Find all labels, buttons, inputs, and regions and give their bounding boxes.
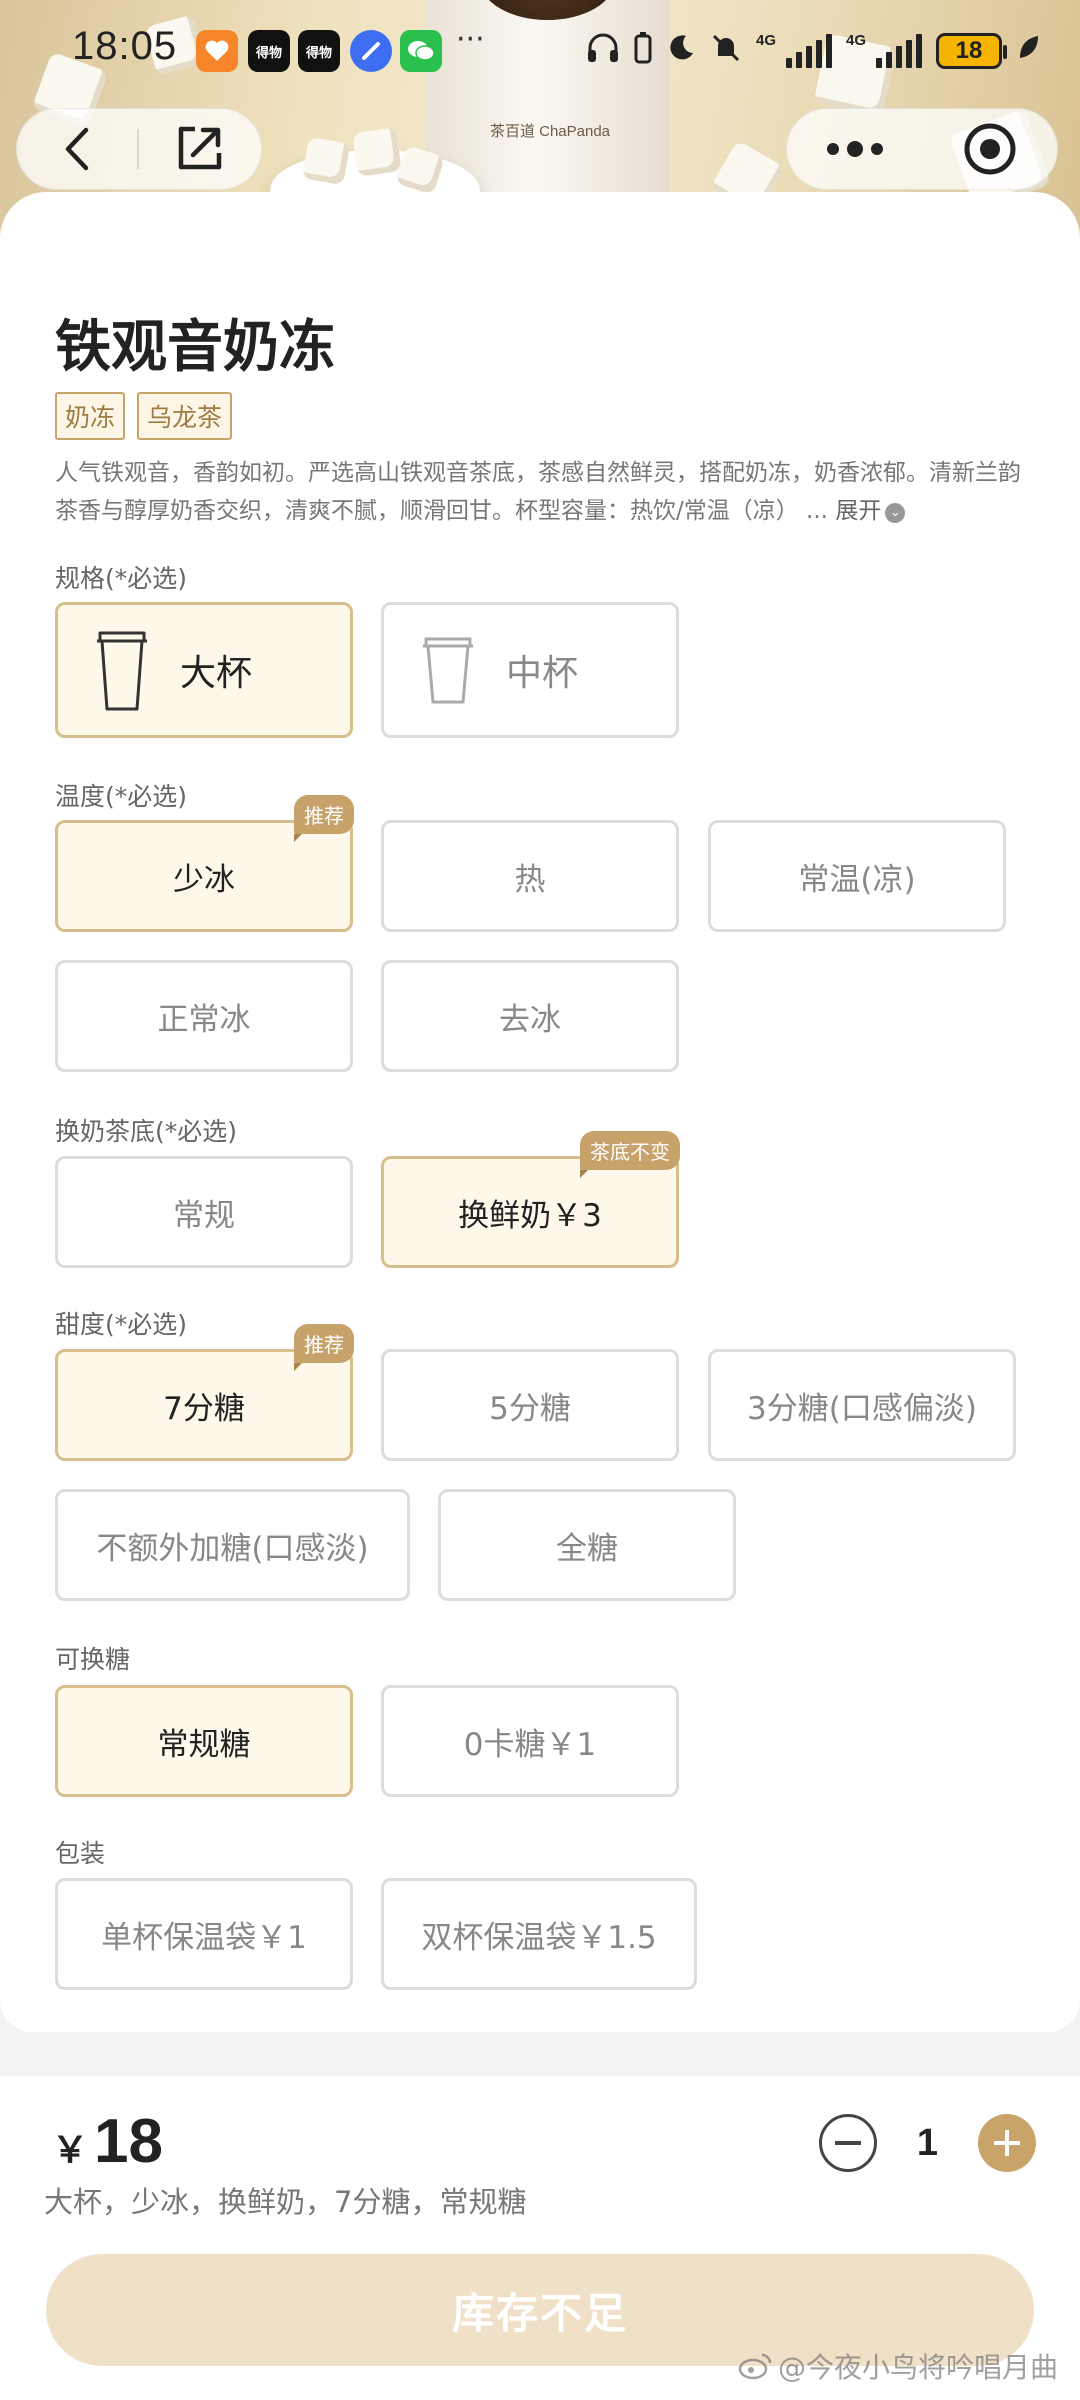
share-button[interactable]	[139, 108, 259, 190]
size-option-label: 中杯	[506, 653, 579, 694]
sweetness-section-label: 甜度(*必选)	[55, 1310, 188, 1339]
target-circle-icon	[964, 123, 1015, 175]
wechat-app-icon	[400, 30, 442, 72]
headphones-icon	[586, 32, 620, 70]
temperature-option-room[interactable]: 常温(凉)	[708, 820, 1006, 932]
sweetness-option-30[interactable]: 3分糖(口感偏淡)	[708, 1349, 1016, 1461]
packaging-section-label: 包装	[55, 1839, 106, 1868]
share-icon	[178, 126, 222, 170]
battery-device-icon	[634, 32, 652, 70]
temperature-option-less-ice[interactable]: 少冰 推荐	[55, 795, 354, 932]
temperature-option-normal-ice[interactable]: 正常冰	[55, 960, 353, 1072]
option-label: 少冰	[173, 861, 235, 898]
option-label: 常规	[173, 1197, 235, 1234]
option-label: 常规糖	[157, 1726, 251, 1763]
currency-symbol: ￥	[52, 2129, 89, 2170]
watermark-text: @今夜小鸟将吟唱月曲	[777, 2351, 1058, 2384]
expand-link[interactable]: 展开 ⌄	[835, 498, 906, 524]
option-label: 去冰	[499, 1001, 561, 1038]
browser-app-icon	[350, 30, 392, 72]
size-option-label: 大杯	[180, 653, 253, 694]
temperature-section-label: 温度(*必选)	[55, 782, 188, 811]
selection-summary: 大杯，少冰，换鲜奶，7分糖，常规糖	[44, 2185, 527, 2219]
sugar-option-zero-cal[interactable]: 0卡糖￥1	[381, 1685, 679, 1797]
status-more-icon: ···	[456, 22, 485, 57]
weibo-watermark: @今夜小鸟将吟唱月曲	[738, 2346, 1058, 2386]
packaging-option-single[interactable]: 单杯保温袋￥1	[55, 1878, 353, 1990]
size-section-label: 规格(*必选)	[55, 564, 188, 593]
option-label: 常温(凉)	[798, 861, 916, 898]
option-label: 换鲜奶￥3	[458, 1197, 602, 1234]
quantity-stepper: 1	[818, 2114, 1036, 2172]
moon-icon	[666, 33, 696, 69]
temperature-option-hot[interactable]: 热	[381, 820, 679, 932]
product-options-card: 铁观音奶冻 奶冻 乌龙茶 人气铁观音，香韵如初。严选高山铁观音茶底，茶感自然鲜灵…	[0, 192, 1080, 2032]
weibo-icon	[738, 2353, 772, 2380]
battery-level: 18	[955, 37, 983, 64]
chevron-down-icon: ⌄	[885, 503, 906, 523]
option-label: 全糖	[556, 1530, 618, 1567]
option-label: 0卡糖￥1	[463, 1726, 597, 1763]
milk-base-option-fresh-milk[interactable]: 换鲜奶￥3 茶底不变	[381, 1131, 680, 1268]
quantity-value: 1	[916, 2121, 938, 2164]
leaf-icon	[1016, 34, 1040, 68]
sweetness-option-no-extra[interactable]: 不额外加糖(口感淡)	[55, 1489, 410, 1601]
temperature-option-no-ice[interactable]: 去冰	[381, 960, 679, 1072]
sweetness-option-full[interactable]: 全糖	[438, 1489, 736, 1601]
back-button[interactable]	[17, 108, 137, 190]
option-label: 7分糖	[163, 1390, 245, 1427]
sugar-type-section-label: 可换糖	[55, 1645, 131, 1674]
large-cup-icon	[97, 631, 147, 711]
sweetness-option-50[interactable]: 5分糖	[381, 1349, 679, 1461]
dewu-app-icon-2: 得物	[298, 30, 340, 72]
status-bar: 18:05 得物 得物 ··· 4G 4G 18	[0, 18, 1080, 84]
option-label: 5分糖	[489, 1390, 571, 1427]
option-label: 3分糖(口感偏淡)	[747, 1390, 977, 1427]
mute-bell-icon	[710, 32, 742, 70]
status-time: 18:05	[72, 24, 178, 68]
plus-icon	[994, 2130, 1020, 2156]
battery-icon: 18	[936, 33, 1007, 69]
milk-base-section-label: 换奶茶底(*必选)	[55, 1117, 238, 1146]
product-title: 铁观音奶冻	[55, 315, 335, 380]
price-value: 18	[94, 2107, 163, 2176]
signal-4g-icon-2: 4G	[846, 32, 922, 68]
option-label: 热	[514, 861, 546, 898]
total-price: ￥ 18	[52, 2106, 163, 2177]
nav-left-capsule	[16, 108, 262, 190]
product-tags: 奶冻 乌龙茶	[55, 392, 233, 440]
milk-base-option-regular[interactable]: 常规	[55, 1156, 353, 1268]
minus-icon	[834, 2141, 861, 2145]
option-label: 双杯保温袋￥1.5	[421, 1919, 657, 1956]
chevron-left-icon	[65, 127, 89, 171]
size-option-large[interactable]: 大杯	[55, 602, 353, 738]
signal-4g-icon-1: 4G	[756, 32, 832, 68]
medium-cup-icon	[423, 637, 473, 704]
sugar-option-regular[interactable]: 常规糖	[55, 1685, 353, 1797]
tea-base-unchanged-badge: 茶底不变	[580, 1131, 680, 1178]
sweetness-option-70[interactable]: 7分糖 推荐	[55, 1324, 354, 1461]
option-label: 单杯保温袋￥1	[101, 1919, 307, 1956]
increase-quantity-button[interactable]	[978, 2114, 1036, 2172]
product-tag: 乌龙茶	[137, 392, 233, 440]
product-tag: 奶冻	[55, 392, 126, 440]
option-label: 不额外加糖(口感淡)	[96, 1530, 369, 1567]
more-options-button[interactable]	[787, 108, 922, 190]
packaging-option-double[interactable]: 双杯保温袋￥1.5	[381, 1878, 697, 1990]
option-label: 正常冰	[157, 1001, 251, 1038]
product-description: 人气铁观音，香韵如初。严选高山铁观音茶底，茶感自然鲜灵，搭配奶冻，奶香浓郁。清新…	[55, 454, 1030, 530]
more-dots-icon	[826, 141, 883, 157]
close-miniprogram-button[interactable]	[922, 108, 1057, 190]
size-option-medium[interactable]: 中杯	[381, 602, 679, 738]
miniprogram-capsule	[786, 108, 1058, 190]
heart-app-icon	[196, 30, 238, 72]
recommend-badge: 推荐	[294, 1324, 354, 1371]
recommend-badge: 推荐	[294, 795, 354, 842]
decrease-quantity-button[interactable]	[818, 2114, 877, 2172]
cup-brand-text: 茶百道 ChaPanda	[489, 123, 611, 140]
dewu-app-icon: 得物	[248, 30, 290, 72]
